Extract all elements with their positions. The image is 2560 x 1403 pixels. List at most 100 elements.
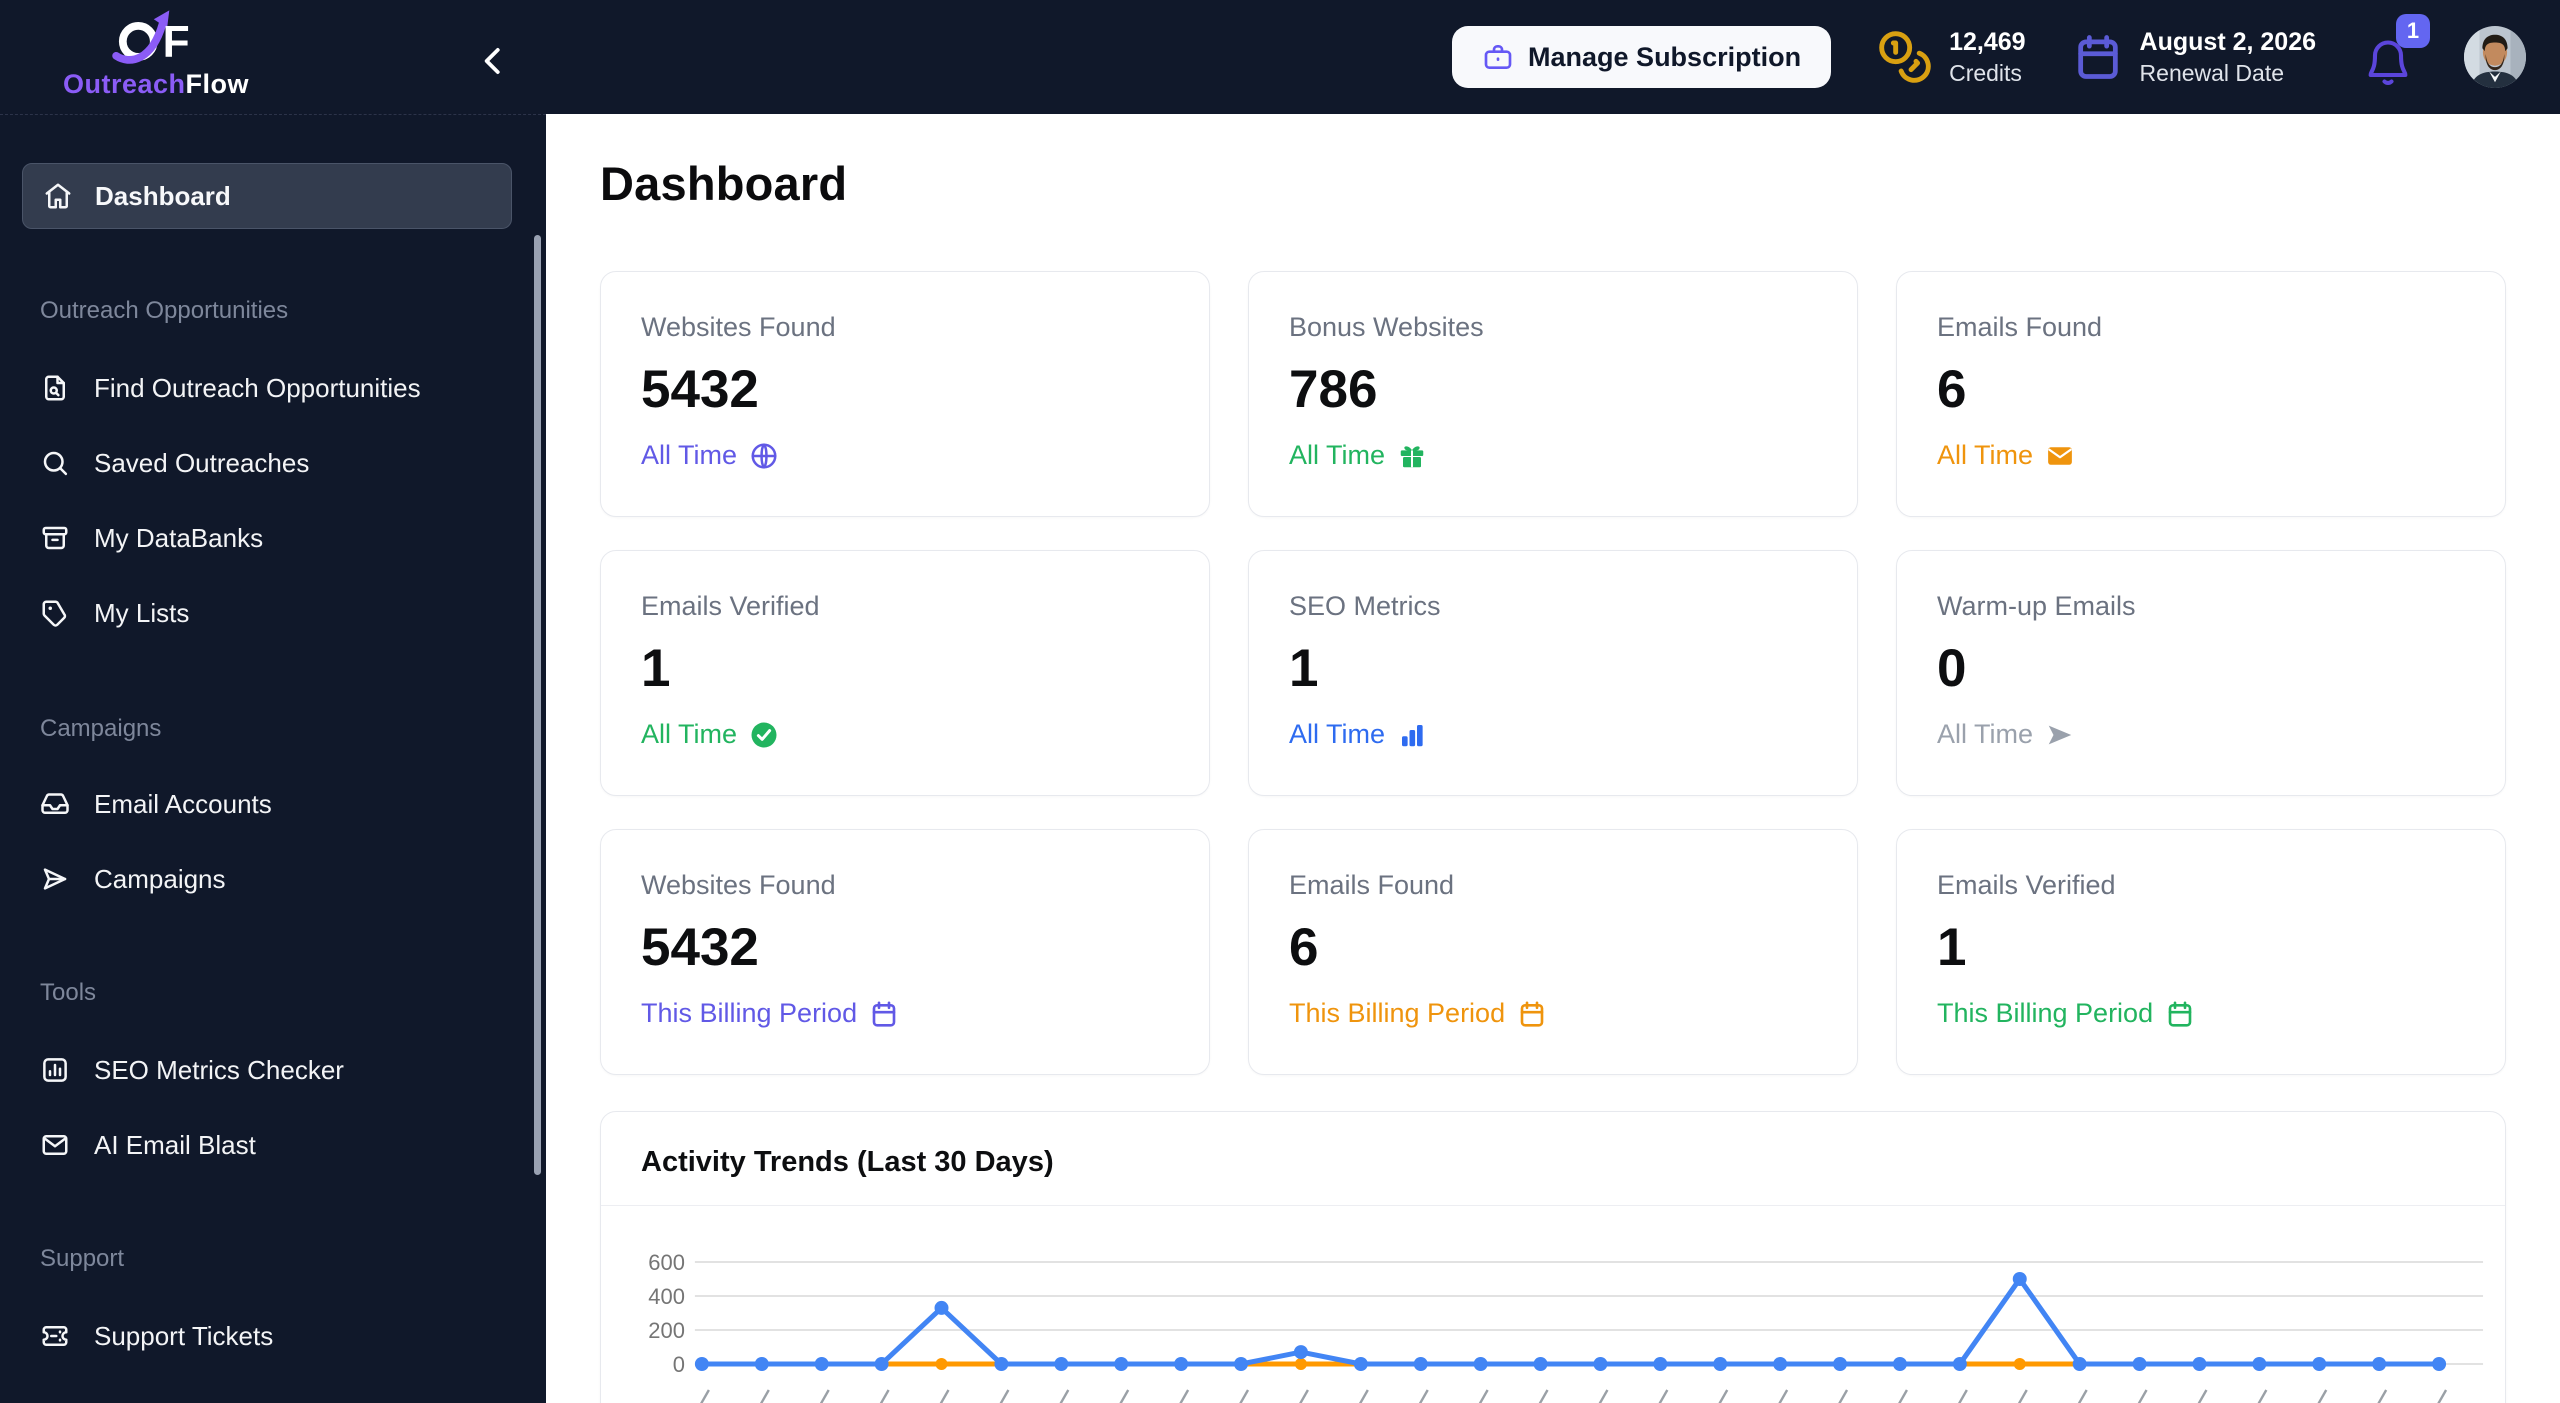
manage-subscription-label: Manage Subscription [1528,41,1802,72]
manage-subscription-button[interactable]: Manage Subscription [1452,26,1832,88]
globe-icon [751,443,777,468]
period-label: All Time [1289,440,1386,470]
briefcase-icon [1484,45,1512,69]
sidebar-item-label: My DataBanks [94,522,264,553]
sidebar-item-ai-email-blast[interactable]: AI Email Blast [40,1120,506,1170]
main-content: Dashboard Websites Found 5432 All Time B… [546,114,2560,1403]
send-filled-icon [2048,725,2072,744]
stat-card-seo-metrics: SEO Metrics 1 All Time [1248,550,1858,796]
stat-card-title: SEO Metrics [1289,591,1441,621]
tag-icon [40,598,70,628]
avatar[interactable] [2464,26,2526,88]
chevron-left-icon [484,48,500,74]
sidebar-item-dashboard[interactable]: Dashboard [22,163,512,229]
stat-card-value: 5432 [641,360,759,419]
stat-card-bonus-websites: Bonus Websites 786 All Time [1248,271,1858,517]
sidebar-item-saved-outreaches[interactable]: Saved Outreaches [40,438,506,488]
sidebar-item-label: Support Tickets [94,1320,274,1351]
sidebar-item-find-outreach-opportunities[interactable]: Find Outreach Opportunities [40,363,506,413]
svg-text:F: F [163,18,190,67]
search-icon [40,448,70,478]
period-label: All Time [641,719,738,749]
inbox-icon [40,789,70,819]
stat-card-warmup-emails: Warm-up Emails 0 All Time [1896,550,2506,796]
stat-card-value: 5432 [641,918,759,977]
sidebar-scrollbar[interactable] [534,235,541,1175]
bar-chart-icon [1402,724,1423,746]
stat-card-emails-found-all-time: Emails Found 6 All Time [1896,271,2506,517]
mail-icon [40,1130,70,1160]
brand-logo-icon: F [112,10,190,67]
stat-card-period-link[interactable]: All Time [1289,440,1817,471]
sidebar-section-campaigns: Campaigns [40,715,162,742]
mail-filled-icon [2048,446,2072,465]
brand-logo[interactable]: F OutreachFlow [36,6,276,100]
sidebar: Dashboard Outreach Opportunities Find Ou… [0,114,546,1403]
sidebar-section-tools: Tools [40,979,97,1006]
period-label: All Time [1937,440,2034,470]
sidebar-item-seo-metrics-checker[interactable]: SEO Metrics Checker [40,1045,506,1095]
period-label: This Billing Period [1289,998,1506,1028]
stat-card-value: 1 [641,639,671,698]
stat-cards-grid: Websites Found 5432 All Time Bonus Websi… [600,271,2506,1075]
sidebar-item-label: Campaigns [94,863,226,894]
stat-card-title: Websites Found [641,870,836,900]
sidebar-item-label: My Lists [94,597,190,628]
avatar-photo [2464,26,2526,88]
calendar-icon [872,1000,896,1027]
credits-indicator: 12,469 Credits [1877,27,2026,86]
file-search-icon [40,373,70,403]
stat-card-period-link[interactable]: This Billing Period [641,998,1169,1029]
stat-card-period-link[interactable]: This Billing Period [1289,998,1817,1029]
renewal-indicator: August 2, 2026 Renewal Date [2072,28,2316,86]
stat-card-title: Emails Found [1289,870,1455,900]
stat-card-period-link[interactable]: All Time [1937,719,2465,750]
stat-card-websites-found-billing: Websites Found 5432 This Billing Period [600,829,1210,1075]
sidebar-item-label: Saved Outreaches [94,447,310,478]
sidebar-section-outreach: Outreach Opportunities [40,297,289,324]
stat-card-period-link[interactable]: All Time [1289,719,1817,750]
stat-card-emails-verified-billing: Emails Verified 1 This Billing Period [1896,829,2506,1075]
stat-card-websites-found-all-time: Websites Found 5432 All Time [600,271,1210,517]
stat-card-value: 6 [1937,360,1967,419]
credits-value: 12,469 [1949,27,2026,56]
notification-badge: 1 [2396,14,2430,48]
notifications-button[interactable]: 1 [2362,14,2430,92]
sidebar-item-campaigns[interactable]: Campaigns [40,854,506,904]
sidebar-item-support-tickets[interactable]: Support Tickets [40,1311,506,1361]
sidebar-item-label: Email Accounts [94,788,272,819]
sidebar-item-label: Find Outreach Opportunities [94,372,421,403]
period-label: All Time [1289,719,1386,749]
period-label: All Time [641,440,738,470]
stat-card-title: Emails Verified [641,591,820,621]
period-label: All Time [1937,719,2034,749]
sidebar-section-support: Support [40,1245,125,1272]
period-label: This Billing Period [641,998,858,1028]
home-icon [43,181,73,211]
sidebar-item-email-accounts[interactable]: Email Accounts [40,779,506,829]
stat-card-title: Warm-up Emails [1937,591,2136,621]
sidebar-item-label: Dashboard [95,180,231,211]
sidebar-item-my-databanks[interactable]: My DataBanks [40,513,506,563]
stat-card-period-link[interactable]: All Time [641,440,1169,471]
sidebar-item-label: SEO Metrics Checker [94,1054,344,1085]
stat-card-title: Emails Found [1937,312,2103,342]
sidebar-collapse-button[interactable] [470,38,516,84]
stat-card-period-link[interactable]: All Time [641,719,1169,750]
stat-card-period-link[interactable]: All Time [1937,440,2465,471]
stat-card-value: 1 [1937,918,1967,977]
sidebar-item-my-lists[interactable]: My Lists [40,588,506,638]
stat-card-period-link[interactable]: This Billing Period [1937,998,2465,1029]
svg-text:400: 400 [648,1284,685,1309]
check-circle-icon [751,722,777,747]
stat-card-title: Websites Found [641,312,836,342]
bar-chart-square-icon [40,1055,70,1085]
activity-trends-card: Activity Trends (Last 30 Days) 0 200 400 60… [600,1111,2506,1403]
svg-text:0: 0 [673,1352,685,1377]
period-label: This Billing Period [1937,998,2154,1028]
credits-label: Credits [1949,59,2022,86]
stat-card-value: 1 [1289,639,1319,698]
archive-icon [40,523,70,553]
activity-trends-chart: 0 200 400 600 [648,1250,2484,1403]
brand-wordmark: OutreachFlow [62,69,250,99]
